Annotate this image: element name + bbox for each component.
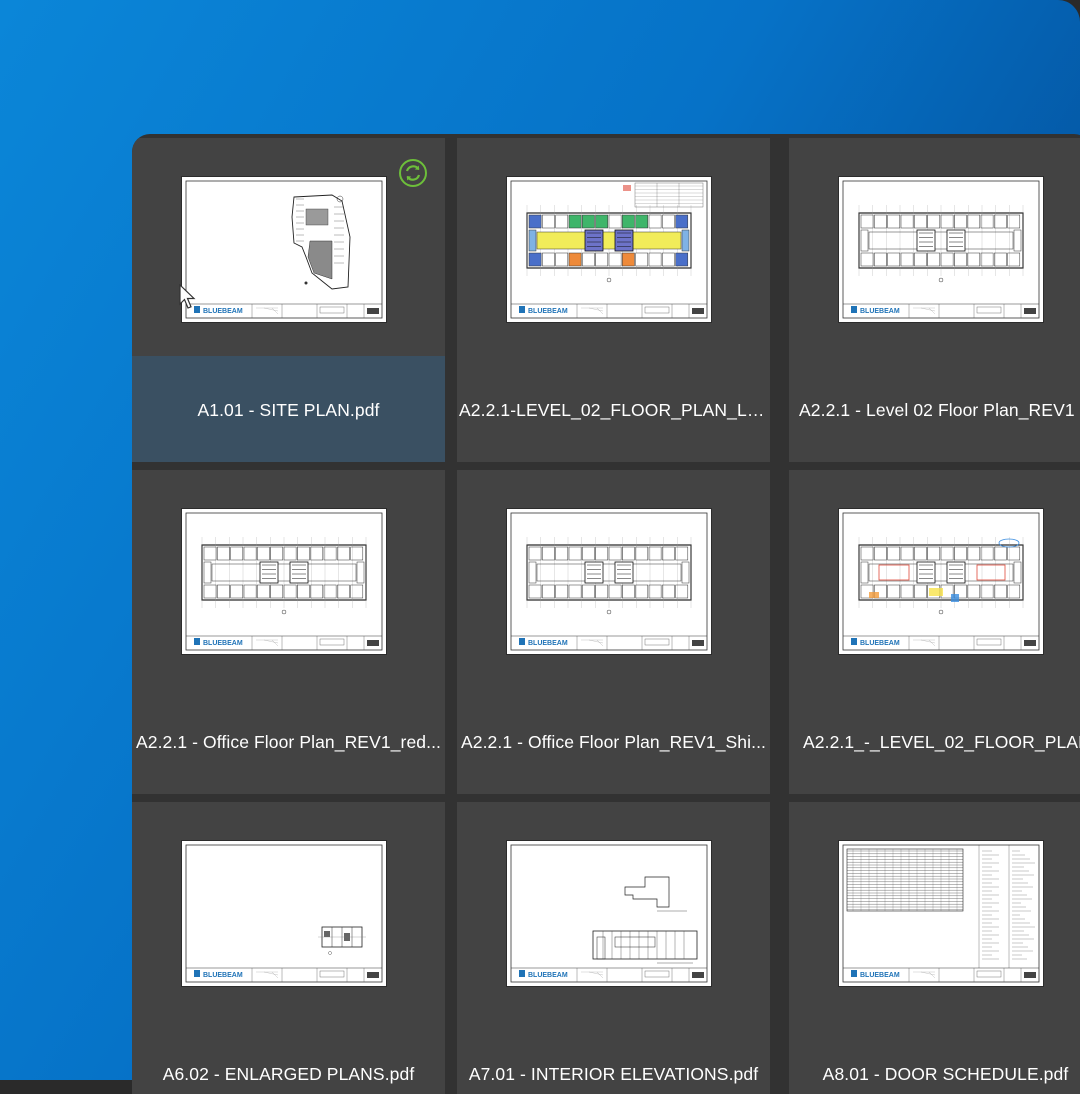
file-tile-level-02-floor-plan[interactable]: BLUEBEAM A2.2.1_-_LEVEL_02_FLOOR_PLAN xyxy=(789,470,1080,794)
svg-text:BLUEBEAM: BLUEBEAM xyxy=(528,308,568,315)
file-tile-level-02-rev1[interactable]: BLUEBEAM A2.2.1 - Level 02 Floor Plan_RE… xyxy=(789,138,1080,462)
file-thumbnail: BLUEBEAM xyxy=(507,177,711,322)
file-tile-office-rev1-shi[interactable]: BLUEBEAM A2.2.1 - Office Floor Plan_REV1… xyxy=(457,470,770,794)
file-name[interactable]: A2.2.1 - Office Floor Plan_REV1_red... xyxy=(132,732,445,753)
svg-text:BLUEBEAM: BLUEBEAM xyxy=(203,972,243,979)
file-label-zone: A2.2.1_-_LEVEL_02_FLOOR_PLAN xyxy=(789,688,1080,794)
file-label-zone: A8.01 - DOOR SCHEDULE.pdf xyxy=(789,1020,1080,1094)
svg-text:BLUEBEAM: BLUEBEAM xyxy=(203,308,243,315)
cursor-arrow-icon xyxy=(179,284,196,309)
file-tile-interior-elevations[interactable]: BLUEBEAM A7.01 - INTERIOR ELEVATIONS.pdf xyxy=(457,802,770,1094)
file-label-zone: A6.02 - ENLARGED PLANS.pdf xyxy=(132,1020,445,1094)
thumb-svg: BLUEBEAM xyxy=(510,844,708,983)
file-thumbnail: BLUEBEAM xyxy=(182,841,386,986)
file-tile-level-02-layout[interactable]: BLUEBEAM A2.2.1-LEVEL_02_FLOOR_PLAN_LA..… xyxy=(457,138,770,462)
thumb-svg: BLUEBEAM xyxy=(510,512,708,651)
sync-icon[interactable] xyxy=(398,158,428,188)
file-name[interactable]: A8.01 - DOOR SCHEDULE.pdf xyxy=(789,1064,1080,1085)
svg-text:BLUEBEAM: BLUEBEAM xyxy=(203,640,243,647)
svg-text:BLUEBEAM: BLUEBEAM xyxy=(528,972,568,979)
file-name[interactable]: A7.01 - INTERIOR ELEVATIONS.pdf xyxy=(457,1064,770,1085)
file-thumbnail: BLUEBEAM xyxy=(839,177,1043,322)
file-thumbnail: BLUEBEAM xyxy=(182,509,386,654)
svg-text:BLUEBEAM: BLUEBEAM xyxy=(860,972,900,979)
thumb-svg: BLUEBEAM xyxy=(185,844,383,983)
file-thumbnail: BLUEBEAM xyxy=(839,509,1043,654)
file-label-zone: A2.2.1-LEVEL_02_FLOOR_PLAN_LA... xyxy=(457,356,770,462)
file-tile-door-schedule[interactable]: BLUEBEAM A8.01 - DOOR SCHEDULE.pdf xyxy=(789,802,1080,1094)
file-thumbnail: BLUEBEAM xyxy=(839,841,1043,986)
file-label-zone: A2.2.1 - Level 02 Floor Plan_REV1 xyxy=(789,356,1080,462)
thumb-svg: BLUEBEAM xyxy=(510,180,708,319)
svg-text:BLUEBEAM: BLUEBEAM xyxy=(860,308,900,315)
file-label-zone: A1.01 - SITE PLAN.pdf xyxy=(132,356,445,462)
file-thumbnail: BLUEBEAM xyxy=(507,841,711,986)
file-label-zone: A2.2.1 - Office Floor Plan_REV1_red... xyxy=(132,688,445,794)
svg-text:BLUEBEAM: BLUEBEAM xyxy=(860,640,900,647)
thumb-svg: BLUEBEAM xyxy=(185,180,383,319)
file-label-zone: A2.2.1 - Office Floor Plan_REV1_Shi... xyxy=(457,688,770,794)
file-tile-office-rev1-red[interactable]: BLUEBEAM A2.2.1 - Office Floor Plan_REV1… xyxy=(132,470,445,794)
file-name[interactable]: A2.2.1_-_LEVEL_02_FLOOR_PLAN xyxy=(801,732,1080,753)
thumb-svg: BLUEBEAM xyxy=(185,512,383,651)
file-name[interactable]: A2.2.1 - Level 02 Floor Plan_REV1 xyxy=(797,400,1080,421)
file-label-zone: A7.01 - INTERIOR ELEVATIONS.pdf xyxy=(457,1020,770,1094)
thumb-svg: BLUEBEAM xyxy=(842,180,1040,319)
file-grid-panel: BLUEBEAM A1.01 - SITE PLAN.pdf BLUEBEAM … xyxy=(132,134,1080,1094)
svg-text:BLUEBEAM: BLUEBEAM xyxy=(528,640,568,647)
file-name[interactable]: A2.2.1 - Office Floor Plan_REV1_Shi... xyxy=(457,732,770,753)
thumb-svg: BLUEBEAM xyxy=(842,512,1040,651)
file-name[interactable]: A2.2.1-LEVEL_02_FLOOR_PLAN_LA... xyxy=(457,400,770,421)
file-thumbnail: BLUEBEAM xyxy=(182,177,386,322)
file-tile-enlarged-plans[interactable]: BLUEBEAM A6.02 - ENLARGED PLANS.pdf xyxy=(132,802,445,1094)
file-name[interactable]: A6.02 - ENLARGED PLANS.pdf xyxy=(132,1064,445,1085)
file-name[interactable]: A1.01 - SITE PLAN.pdf xyxy=(132,400,445,421)
file-thumbnail: BLUEBEAM xyxy=(507,509,711,654)
thumb-svg: BLUEBEAM xyxy=(842,844,1040,983)
